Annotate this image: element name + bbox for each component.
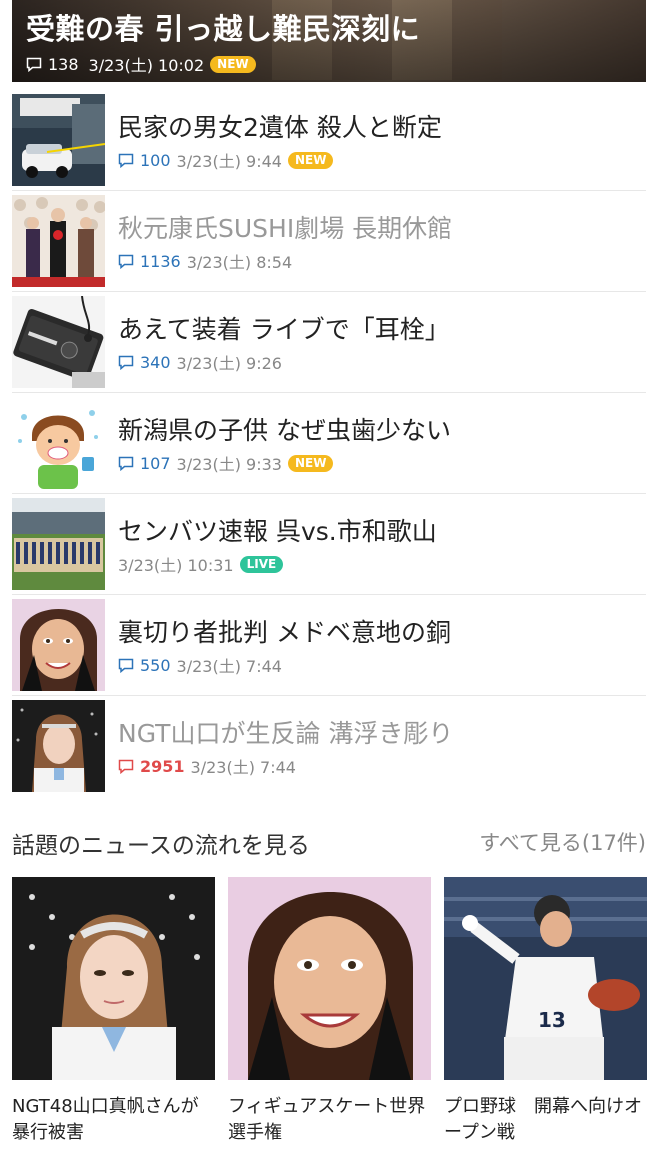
topic-card[interactable]: フィギュアスケート世界選手権 [228, 877, 431, 1146]
article-thumbnail [12, 599, 105, 691]
card-title: フィギュアスケート世界選手権 [228, 1096, 426, 1143]
article-row[interactable]: 新潟県の子供 なぜ虫歯少ない 107 3/23(土) 9:33 NEW [12, 393, 646, 494]
comment-icon [118, 254, 134, 269]
topic-card[interactable]: 13 プロ野球 開幕へ向けオープン戦 [444, 877, 647, 1146]
topic-card[interactable]: NGT48山口真帆さんが暴行被害 [12, 877, 215, 1146]
article-meta: 550 3/23(土) 7:44 [118, 653, 282, 677]
article-row[interactable]: 秋元康氏SUSHI劇場 長期休館 1136 3/23(土) 8:54 [12, 191, 646, 292]
hero-comment-count: 138 [48, 54, 79, 74]
comment-icon [118, 153, 134, 168]
article-date: 3/23(土) 8:54 [186, 253, 293, 272]
article-title: 裏切り者批判 メドベ意地の銅 [118, 618, 451, 647]
hero-date: 3/23(土) 10:02 [88, 56, 205, 75]
article-meta: 3/23(土) 10:31 LIVE [118, 552, 284, 576]
card-image: 13 [444, 877, 647, 1080]
article-row[interactable]: 裏切り者批判 メドベ意地の銅 550 3/23(土) 7:44 [12, 595, 646, 696]
article-thumbnail [12, 195, 105, 287]
article-meta: 2951 3/23(土) 7:44 [118, 754, 296, 778]
comment-count: 340 [140, 352, 171, 372]
see-all-link[interactable]: すべて見る(17件) [479, 827, 646, 857]
article-title: 秋元康氏SUSHI劇場 長期休館 [118, 214, 453, 243]
article-date: 3/23(土) 9:44 [176, 152, 282, 171]
article-date: 3/23(土) 10:31 [118, 556, 234, 575]
card-title: NGT48山口真帆さんが暴行被害 [12, 1096, 199, 1143]
card-image [12, 877, 215, 1080]
comment-icon [118, 456, 134, 471]
comment-count: 107 [140, 453, 171, 473]
article-thumbnail [12, 700, 105, 792]
comment-count: 1136 [140, 251, 181, 271]
article-title: あえて装着 ライブで「耳栓」 [118, 315, 450, 344]
article-date: 3/23(土) 7:44 [190, 758, 296, 777]
comment-count: 100 [140, 150, 171, 170]
article-thumbnail [12, 296, 105, 388]
new-badge: NEW [287, 454, 334, 472]
section-title: 話題のニュースの流れを見る [12, 833, 310, 859]
article-thumbnail [12, 94, 105, 186]
comment-icon [26, 57, 42, 72]
article-row[interactable]: あえて装着 ライブで「耳栓」 340 3/23(土) 9:26 [12, 292, 646, 393]
new-badge: NEW [210, 55, 256, 73]
hero-meta: 138 3/23(土) 10:02 NEW [26, 52, 256, 76]
comment-icon [118, 355, 134, 370]
topics-header: 話題のニュースの流れを見る すべて見る(17件) [12, 822, 646, 859]
new-badge: NEW [287, 151, 334, 169]
article-date: 3/23(土) 7:44 [176, 657, 282, 676]
article-meta: 100 3/23(土) 9:44 NEW [118, 148, 334, 172]
card-title: プロ野球 開幕へ向けオープン戦 [444, 1096, 642, 1143]
hero-article[interactable]: 受難の春 引っ越し難民深刻に 138 3/23(土) 10:02 NEW [12, 0, 646, 82]
comment-icon [118, 759, 134, 774]
article-meta: 107 3/23(土) 9:33 NEW [118, 451, 334, 475]
article-date: 3/23(土) 9:33 [176, 455, 282, 474]
article-meta: 1136 3/23(土) 8:54 [118, 249, 292, 273]
article-title: NGT山口が生反論 溝浮き彫り [118, 719, 454, 748]
comment-icon [118, 658, 134, 673]
svg-text:13: 13 [538, 1008, 566, 1032]
article-list: 民家の男女2遺体 殺人と断定 100 3/23(土) 9:44 NEW 秋元康氏… [0, 90, 650, 796]
article-thumbnail [12, 397, 105, 489]
hero-title: 受難の春 引っ越し難民深刻に [26, 12, 421, 46]
live-badge: LIVE [239, 555, 284, 573]
card-image [228, 877, 431, 1080]
comment-count: 2951 [140, 756, 185, 776]
article-row[interactable]: センバツ速報 呉vs.市和歌山 3/23(土) 10:31 LIVE [12, 494, 646, 595]
article-row[interactable]: 民家の男女2遺体 殺人と断定 100 3/23(土) 9:44 NEW [12, 90, 646, 191]
article-date: 3/23(土) 9:26 [176, 354, 282, 373]
article-thumbnail [12, 498, 105, 590]
article-meta: 340 3/23(土) 9:26 [118, 350, 282, 374]
article-title: センバツ速報 呉vs.市和歌山 [118, 517, 437, 546]
article-row[interactable]: NGT山口が生反論 溝浮き彫り 2951 3/23(土) 7:44 [12, 696, 646, 796]
topic-cards: NGT48山口真帆さんが暴行被害 フィギュアスケート世界選手権 13 プロ野球 … [12, 877, 647, 1147]
article-title: 新潟県の子供 なぜ虫歯少ない [118, 416, 451, 445]
article-title: 民家の男女2遺体 殺人と断定 [118, 113, 442, 142]
comment-count: 550 [140, 655, 171, 675]
